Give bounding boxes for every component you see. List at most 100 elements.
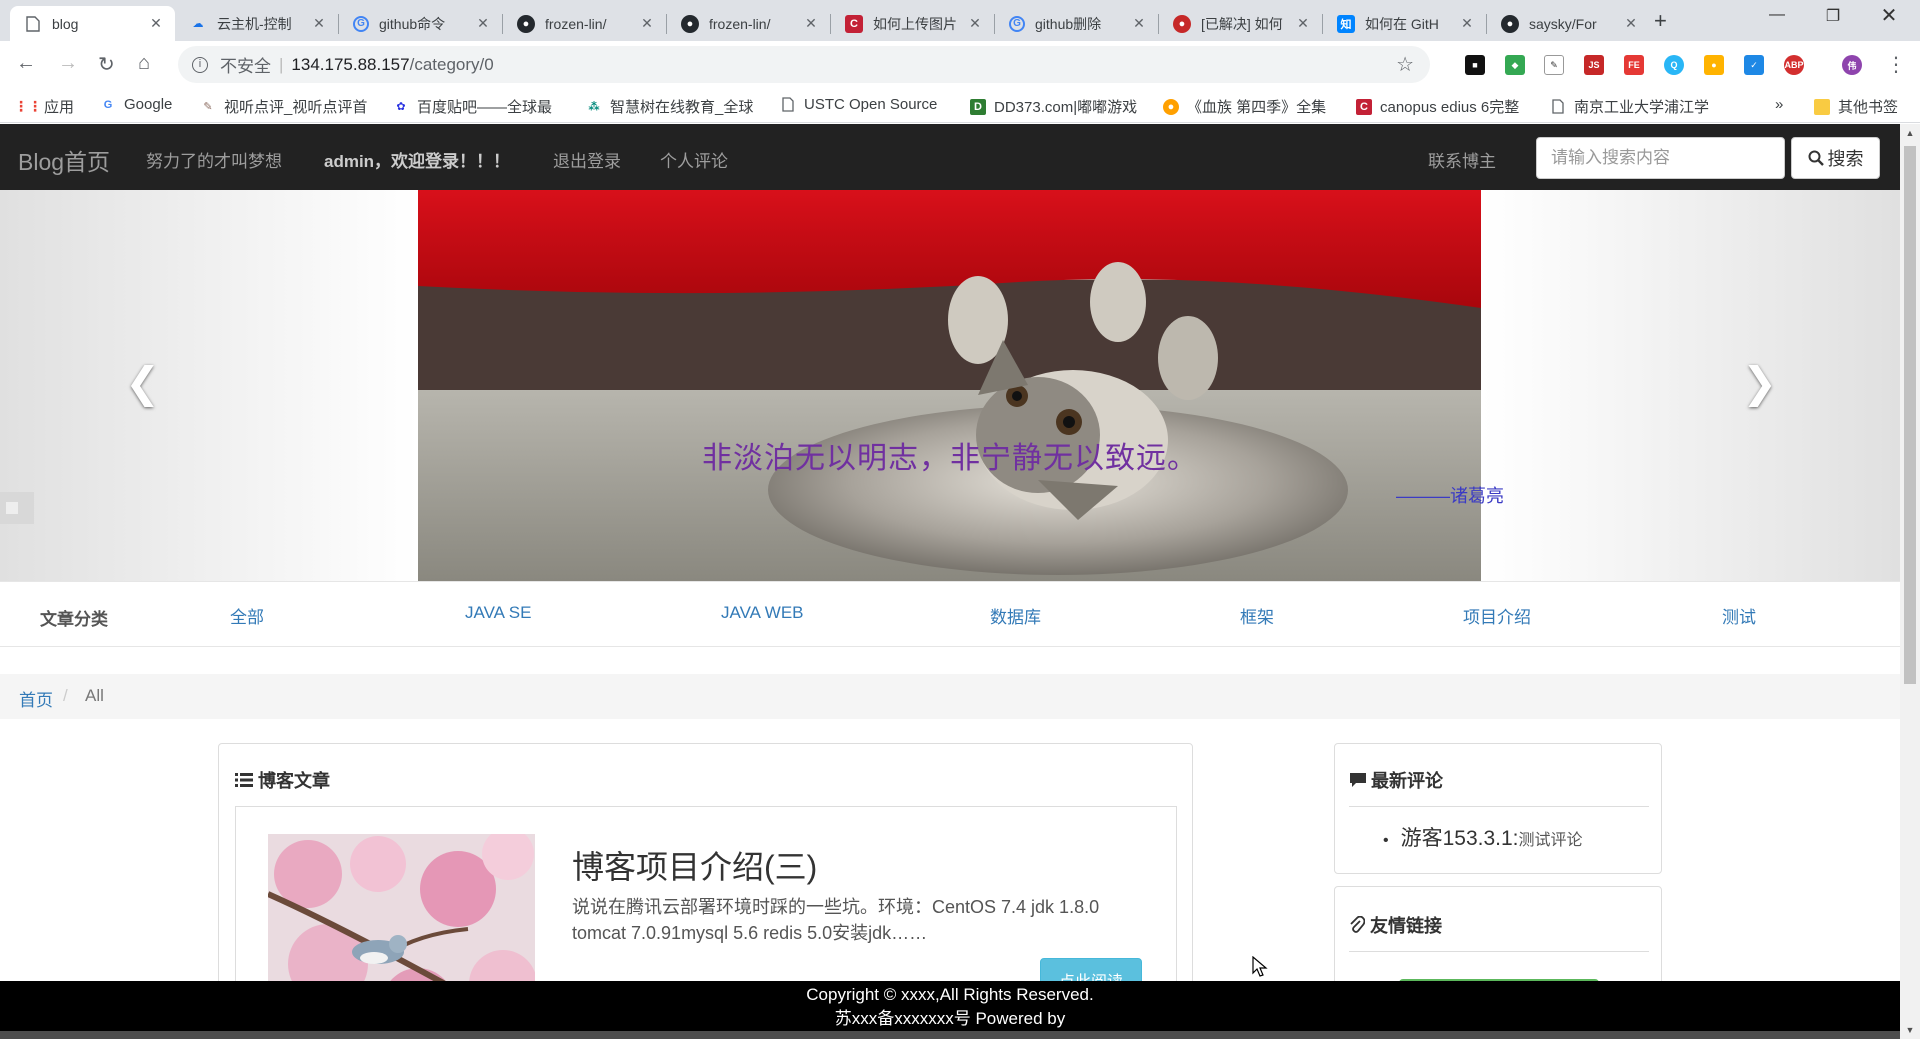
search-icon [1808,150,1824,166]
cloud-icon: ☁ [192,18,204,30]
category-bar: 文章分类 全部 JAVA SE JAVA WEB 数据库 框架 项目介绍 测试 [0,581,1900,647]
csdn-icon: C [845,14,863,33]
mouse-cursor-icon [1252,956,1268,977]
close-window-button[interactable]: ✕ [1866,3,1912,28]
tab-solved[interactable]: ● [已解决] 如何 ✕ [1159,6,1322,41]
search-input[interactable] [1536,137,1785,179]
divider [1349,806,1649,807]
bookmark-label: 视听点评_视听点评首 [224,99,368,116]
back-icon[interactable]: ← [16,52,36,75]
extension-icon[interactable]: ■ [1465,55,1485,75]
close-icon[interactable]: ✕ [802,15,820,32]
apps-icon: ⋮⋮ [14,98,42,114]
close-icon[interactable]: ✕ [1130,15,1148,32]
tab-frozen-lin-1[interactable]: ● frozen-lin/ ✕ [503,6,666,41]
tab-upload-image[interactable]: C 如何上传图片 ✕ [831,6,994,41]
tab-blog[interactable]: blog ✕ [10,6,175,41]
nav-link-motto[interactable]: 努力了的才叫梦想 [146,147,282,172]
side-float-tab[interactable] [0,492,34,524]
page-scrollbar[interactable]: ▲ ▼ [1900,124,1920,1039]
nav-link-contact[interactable]: 联系博主 [1428,147,1496,172]
close-icon[interactable]: ✕ [474,15,492,32]
bookmark-tieba[interactable]: ✿ 百度贴吧——全球最 [393,96,552,117]
baidu-icon: ✿ [396,101,406,113]
bookmark-njtech[interactable]: 南京工业大学浦江学 [1550,96,1709,117]
extension-icon[interactable]: ◆ [1505,55,1525,75]
category-database[interactable]: 数据库 [990,603,1041,628]
scroll-down-icon[interactable]: ▼ [1900,1025,1920,1035]
tab-github-delete[interactable]: G github删除 ✕ [995,6,1158,41]
extension-icon[interactable]: ✓ [1744,55,1764,75]
bookmark-star-icon[interactable]: ☆ [1396,52,1414,77]
tab-cloud[interactable]: ☁ 云主机-控制 ✕ [175,6,338,41]
bookmark-zhihuishu[interactable]: ⁂ 智慧树在线教育_全球 [586,96,753,117]
comments-heading: 最新评论 [1349,767,1443,793]
tab-saysky[interactable]: ● saysky/For ✕ [1487,6,1650,41]
bookmark-google[interactable]: G Google [100,96,173,113]
category-projects[interactable]: 项目介绍 [1463,603,1531,628]
category-all[interactable]: 全部 [230,603,264,628]
new-tab-button[interactable]: + [1654,8,1667,34]
nav-link-logout[interactable]: 退出登录 [553,147,621,172]
close-icon[interactable]: ✕ [310,15,328,32]
bookmark-dd373[interactable]: D DD373.com|嘟嘟游戏 [970,96,1137,117]
forward-icon[interactable]: → [58,52,78,75]
category-java-se[interactable]: JAVA SE [465,603,531,623]
info-icon[interactable]: i [192,56,208,73]
carousel-author: ———诸葛亮 [1396,486,1504,506]
page-icon [24,15,42,33]
category-test[interactable]: 测试 [1722,603,1756,628]
github-icon: ● [517,14,535,33]
bookmarks-overflow[interactable]: » [1775,96,1783,113]
bookmark-canopus[interactable]: C canopus edius 6完整 [1356,96,1519,117]
carousel-next-icon[interactable]: ❯ [1742,358,1777,407]
extension-icon[interactable]: Q [1664,55,1684,75]
close-icon[interactable]: ✕ [638,15,656,32]
extension-icon[interactable]: ● [1704,55,1724,75]
category-java-web[interactable]: JAVA WEB [721,603,804,623]
google-icon: G [103,98,113,111]
adblock-icon[interactable]: ABP [1784,55,1804,75]
scrollbar-thumb[interactable] [1904,146,1916,684]
category-framework[interactable]: 框架 [1240,603,1274,628]
close-icon[interactable]: ✕ [1294,15,1312,32]
links-heading-label: 友情链接 [1370,916,1442,936]
carousel: ❮ ❯ 非淡泊无以明志，非宁静无以致远。 ———诸葛亮 [0,190,1900,581]
bookmark-apps[interactable]: ⋮⋮ 应用 [14,96,74,117]
bookmark-video[interactable]: ● 《血族 第四季》全集 [1163,96,1326,117]
nav-welcome[interactable]: admin，欢迎登录！！！ [324,147,510,172]
minimize-button[interactable]: — [1754,6,1800,24]
extension-icon[interactable]: JS [1584,55,1604,75]
tab-github-cmd[interactable]: G github命令 ✕ [339,6,502,41]
bookmark-other[interactable]: 其他书签 [1814,96,1898,117]
breadcrumb-home[interactable]: 首页 [19,686,53,711]
bookmark-shiting[interactable]: ✎ 视听点评_视听点评首 [200,96,367,117]
comment-item[interactable]: • 游客153.3.1: 测试评论 [1383,822,1583,852]
carousel-prev-icon[interactable]: ❮ [125,358,160,407]
close-icon[interactable]: ✕ [966,15,984,32]
article-title[interactable]: 博客项目介绍(三) [572,842,817,888]
restore-button[interactable]: ❐ [1810,6,1856,26]
menu-icon[interactable]: ⋮ [1886,52,1906,77]
close-icon[interactable]: ✕ [1622,15,1640,32]
nav-link-my-comments[interactable]: 个人评论 [660,147,728,172]
search-button-label: 搜索 [1827,149,1864,169]
search-button[interactable]: 搜索 [1791,137,1880,179]
reload-icon[interactable]: ↻ [98,52,115,77]
close-icon[interactable]: ✕ [1458,15,1476,32]
avatar[interactable]: 伟 [1842,55,1862,75]
tab-title: github删除 [1035,15,1102,32]
brand-link[interactable]: Blog首页 [18,143,110,177]
comment-icon [1350,773,1366,787]
address-bar[interactable]: i 不安全 | 134.175.88.157 /category/0 ☆ [178,46,1430,83]
tab-zhihu[interactable]: 知 如何在 GitH ✕ [1323,6,1486,41]
home-icon[interactable]: ⌂ [138,52,150,75]
tab-strip: blog ✕ ☁ 云主机-控制 ✕ G github命令 ✕ ● frozen-… [0,0,1920,41]
tab-frozen-lin-2[interactable]: ● frozen-lin/ ✕ [667,6,830,41]
scroll-up-icon[interactable]: ▲ [1900,128,1920,138]
bookmark-ustc[interactable]: USTC Open Source [780,96,937,113]
close-icon[interactable]: ✕ [147,15,165,32]
extension-icon[interactable]: ✎ [1544,55,1564,75]
bookmark-label: canopus edius 6完整 [1380,99,1520,116]
extension-icon[interactable]: FE [1624,55,1644,75]
